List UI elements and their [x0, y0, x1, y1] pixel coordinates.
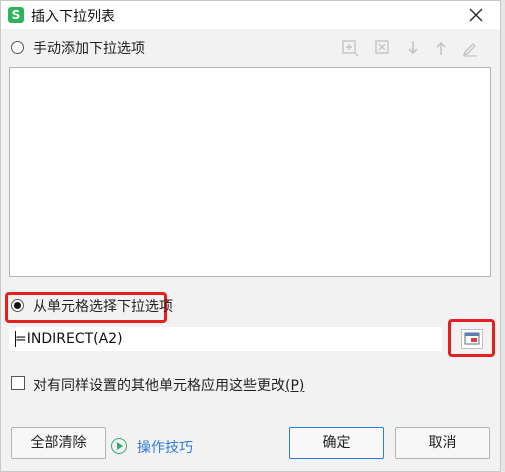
select-range-icon [464, 332, 480, 345]
select-range-button[interactable] [461, 329, 483, 349]
title-bar: S 插入下拉列表 [1, 1, 500, 29]
close-icon [469, 8, 483, 22]
text-caret [15, 331, 16, 347]
spreadsheet-background [501, 0, 505, 472]
move-down-icon[interactable] [404, 39, 422, 57]
operation-tips-label: 操作技巧 [137, 440, 193, 456]
move-up-icon[interactable] [432, 39, 450, 57]
ok-button[interactable]: 确定 [289, 427, 384, 459]
manual-option-radio[interactable] [11, 41, 24, 54]
dialog-title: 插入下拉列表 [31, 9, 115, 25]
source-formula-input[interactable]: =INDIRECT(A2) [9, 327, 442, 351]
close-button[interactable] [463, 2, 489, 28]
insert-dropdown-dialog: S 插入下拉列表 手动添加下拉选项 从单元格选择下拉选项 =INDIRECT(A… [0, 0, 501, 472]
delete-item-icon[interactable] [374, 39, 392, 57]
apply-to-same-settings-label[interactable]: 对有同样设置的其他单元格应用这些更改(P) [33, 375, 304, 395]
apply-to-same-settings-checkbox[interactable] [11, 376, 25, 390]
cell-option-radio[interactable] [11, 299, 24, 312]
wps-spreadsheet-app-icon: S [8, 7, 24, 23]
dropdown-items-list[interactable] [9, 67, 491, 277]
manual-option-label[interactable]: 手动添加下拉选项 [33, 38, 145, 58]
add-item-icon[interactable] [341, 39, 359, 57]
cell-option-label[interactable]: 从单元格选择下拉选项 [33, 296, 173, 316]
edit-icon[interactable] [461, 39, 479, 57]
play-circle-icon [111, 438, 127, 454]
apply-shortcut: (P) [285, 378, 305, 394]
apply-label-text: 对有同样设置的其他单元格应用这些更改 [33, 378, 285, 394]
clear-all-button[interactable]: 全部清除 [11, 427, 106, 459]
cancel-button[interactable]: 取消 [395, 427, 490, 459]
